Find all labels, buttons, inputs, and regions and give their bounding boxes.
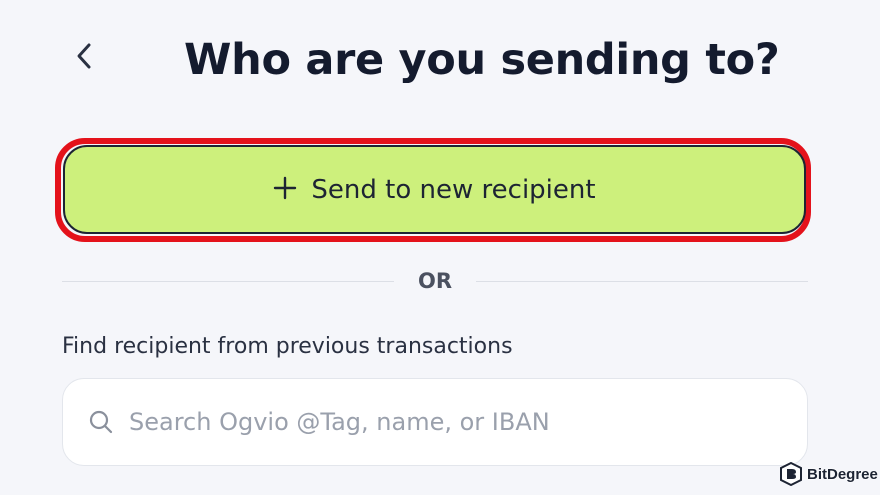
page-title: Who are you sending to?	[184, 35, 780, 85]
bitdegree-watermark: BitDegree	[780, 462, 878, 486]
search-field[interactable]	[62, 378, 808, 466]
divider-line-right	[476, 281, 808, 282]
divider-line-left	[62, 281, 394, 282]
chevron-left-icon	[74, 41, 94, 75]
search-icon	[87, 408, 115, 436]
back-button[interactable]	[66, 40, 102, 76]
find-previous-label: Find recipient from previous transaction…	[62, 334, 513, 359]
send-to-new-recipient-button[interactable]: Send to new recipient	[63, 145, 806, 234]
bitdegree-text: BitDegree	[807, 465, 878, 483]
plus-icon	[273, 176, 297, 204]
search-input[interactable]	[127, 407, 771, 437]
or-divider-label: OR	[417, 269, 453, 293]
bitdegree-logo-icon	[780, 462, 802, 486]
send-to-new-recipient-label: Send to new recipient	[311, 174, 596, 205]
